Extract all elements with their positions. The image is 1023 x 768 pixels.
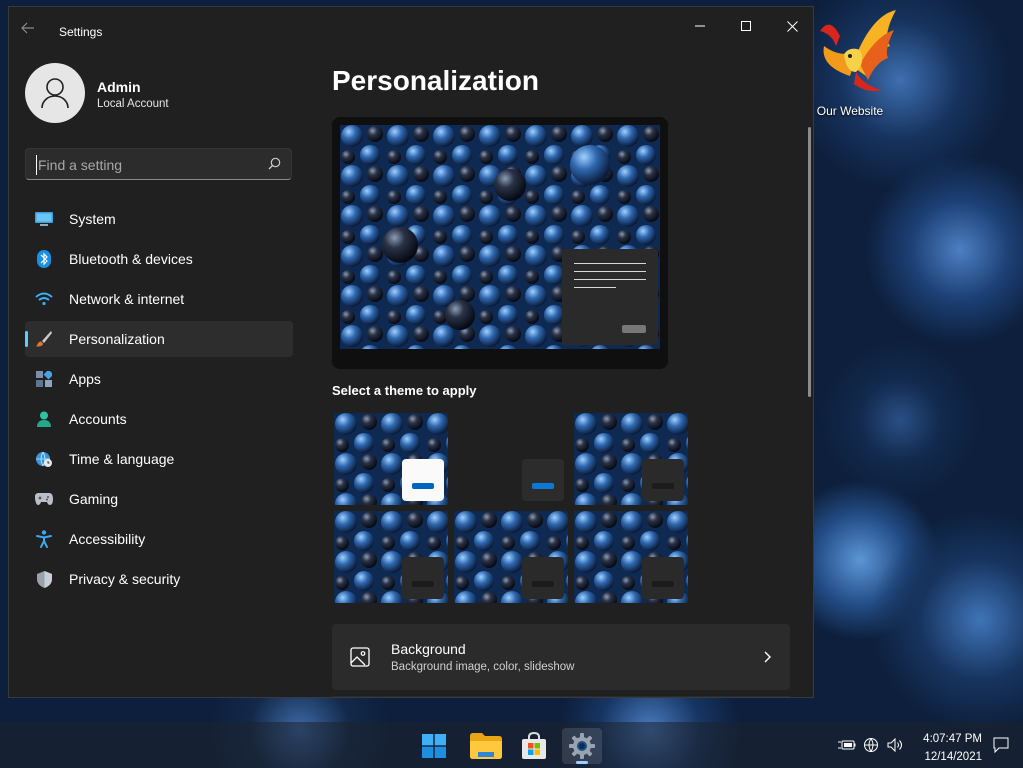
theme-tile-4[interactable] bbox=[334, 511, 448, 603]
sidebar-item-bluetooth[interactable]: Bluetooth & devices bbox=[25, 241, 293, 277]
minimize-button[interactable] bbox=[677, 11, 723, 41]
system-clock[interactable]: 4:07:47 PM 12/14/2021 bbox=[906, 730, 982, 766]
settings-window: Settings Admin Local Account Find a sett… bbox=[8, 6, 814, 698]
card-subtitle: Background image, color, slideshow bbox=[391, 661, 575, 673]
monitor-icon bbox=[35, 210, 53, 228]
windows-logo-icon bbox=[422, 734, 446, 758]
sidebar-item-personalization[interactable]: Personalization bbox=[25, 321, 293, 357]
theme-preview bbox=[332, 117, 668, 369]
image-icon bbox=[350, 647, 370, 672]
sidebar-item-label: Accounts bbox=[69, 411, 127, 427]
settings-taskbar-button[interactable] bbox=[562, 728, 602, 764]
themes-section-label: Select a theme to apply bbox=[332, 383, 477, 398]
sidebar-item-label: Accessibility bbox=[69, 531, 146, 547]
page-title: Personalization bbox=[332, 65, 539, 96]
sidebar-item-label: Privacy & security bbox=[69, 571, 181, 587]
theme-tile-1[interactable] bbox=[334, 413, 448, 505]
gear-icon bbox=[569, 733, 595, 759]
sidebar-item-time-language[interactable]: Time & language bbox=[25, 441, 293, 477]
phoenix-logo-icon bbox=[810, 6, 896, 106]
minimize-icon bbox=[695, 25, 705, 27]
scrollbar[interactable] bbox=[808, 127, 811, 397]
person-icon bbox=[41, 78, 69, 109]
sidebar-item-apps[interactable]: Apps bbox=[25, 361, 293, 397]
sidebar-item-label: Time & language bbox=[69, 451, 175, 467]
apps-icon bbox=[35, 370, 53, 388]
sidebar-item-label: System bbox=[69, 211, 116, 227]
sidebar-item-network[interactable]: Network & internet bbox=[25, 281, 293, 317]
clock-date: 12/14/2021 bbox=[924, 751, 982, 763]
sidebar-item-accessibility[interactable]: Accessibility bbox=[25, 521, 293, 557]
clock-time: 4:07:47 PM bbox=[923, 733, 982, 745]
profile-name: Admin bbox=[97, 79, 141, 95]
store-bag-icon bbox=[522, 732, 546, 759]
maximize-button[interactable] bbox=[723, 11, 769, 41]
globe-clock-icon bbox=[35, 450, 53, 468]
back-button[interactable] bbox=[21, 21, 43, 41]
battery-plug-icon[interactable] bbox=[838, 736, 856, 754]
preview-window-mock bbox=[562, 249, 658, 345]
close-button[interactable] bbox=[769, 11, 813, 41]
maximize-icon bbox=[741, 21, 751, 31]
search-icon[interactable] bbox=[268, 157, 281, 170]
microsoft-store-button[interactable] bbox=[514, 728, 554, 764]
desktop-icon-our-website[interactable]: Our Website bbox=[806, 6, 896, 118]
file-explorer-button[interactable] bbox=[466, 728, 506, 764]
taskbar: 4:07:47 PM 12/14/2021 bbox=[0, 722, 1023, 768]
theme-tile-2[interactable] bbox=[454, 413, 568, 505]
wallpaper-preview-image bbox=[340, 125, 660, 349]
sidebar-item-label: Apps bbox=[69, 371, 101, 387]
start-button[interactable] bbox=[414, 728, 454, 764]
sidebar-item-label: Network & internet bbox=[69, 291, 185, 307]
theme-tile-3[interactable] bbox=[574, 413, 688, 505]
profile-account-type: Local Account bbox=[97, 98, 169, 110]
active-app-indicator bbox=[576, 761, 588, 764]
theme-tile-5[interactable] bbox=[454, 511, 568, 603]
desktop-icon-label: Our Website bbox=[816, 104, 884, 118]
notification-icon[interactable] bbox=[992, 736, 1010, 754]
gamepad-icon bbox=[35, 490, 53, 508]
sidebar-item-label: Bluetooth & devices bbox=[69, 251, 193, 267]
shield-icon bbox=[35, 570, 53, 588]
accessibility-icon bbox=[35, 530, 53, 548]
bluetooth-icon bbox=[35, 250, 53, 268]
sidebar-item-system[interactable]: System bbox=[25, 201, 293, 237]
paintbrush-icon bbox=[35, 330, 53, 348]
window-title: Settings bbox=[59, 25, 103, 39]
next-settings-card[interactable] bbox=[332, 696, 790, 697]
sidebar-nav: System Bluetooth & devices Network & int… bbox=[25, 201, 293, 601]
folder-icon bbox=[470, 733, 502, 759]
sidebar-item-label: Gaming bbox=[69, 491, 119, 507]
sidebar-item-gaming[interactable]: Gaming bbox=[25, 481, 293, 517]
sidebar-item-accounts[interactable]: Accounts bbox=[25, 401, 293, 437]
person-icon bbox=[35, 410, 53, 428]
title-bar: Settings bbox=[9, 7, 813, 41]
background-settings-card[interactable]: Background Background image, color, slid… bbox=[332, 624, 790, 690]
search-input[interactable] bbox=[36, 155, 256, 175]
sidebar-item-label: Personalization bbox=[69, 331, 165, 347]
arrow-left-icon bbox=[21, 22, 34, 34]
avatar bbox=[25, 63, 85, 123]
close-icon bbox=[786, 20, 798, 32]
network-globe-icon[interactable] bbox=[862, 736, 880, 754]
card-title: Background bbox=[391, 641, 466, 657]
sidebar-item-privacy-security[interactable]: Privacy & security bbox=[25, 561, 293, 597]
theme-tile-6[interactable] bbox=[574, 511, 688, 603]
search-box bbox=[25, 148, 292, 180]
volume-icon[interactable] bbox=[886, 736, 904, 754]
chevron-right-icon bbox=[764, 650, 772, 668]
wifi-icon bbox=[35, 290, 53, 308]
